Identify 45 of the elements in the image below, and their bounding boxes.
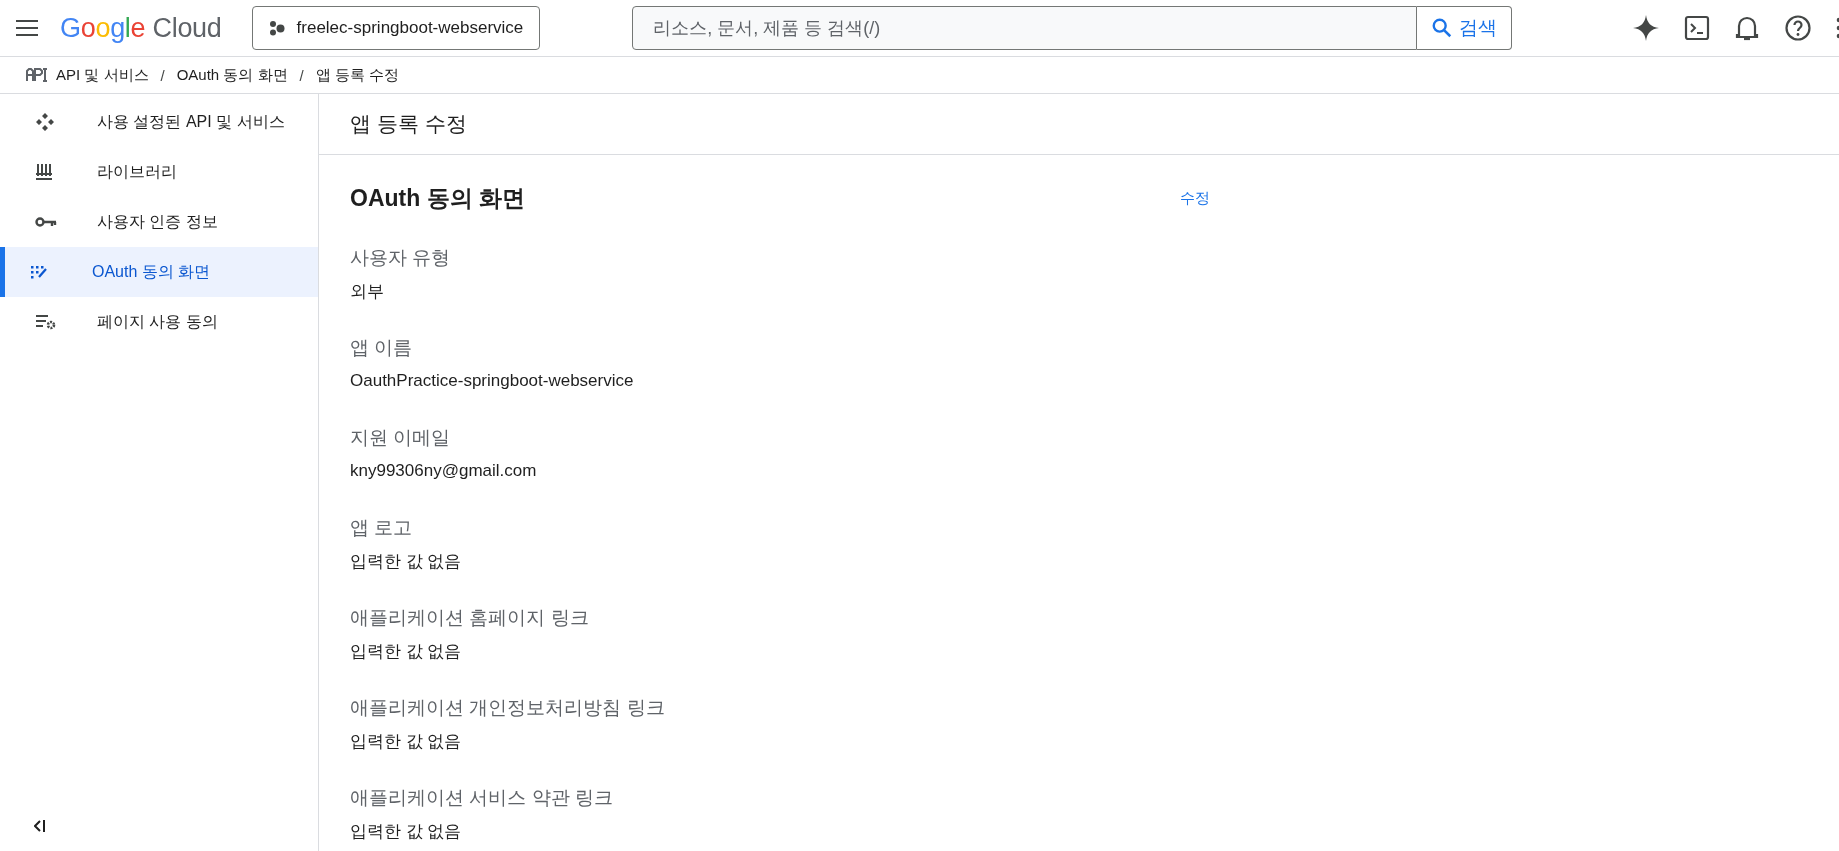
breadcrumb-link[interactable]: API 및 서비스: [56, 65, 149, 85]
field-label: 사용자 유형: [350, 246, 451, 270]
field-label: 애플리케이션 개인정보처리방침 링크: [350, 696, 665, 720]
breadcrumb-link[interactable]: OAuth 동의 화면: [176, 65, 288, 85]
sidebar-item[interactable]: 페이지 사용 동의: [0, 297, 318, 347]
field-value: 외부: [350, 280, 384, 303]
field-label: 애플리케이션 서비스 약관 링크: [350, 786, 613, 810]
field-value: 입력한 값 없음: [350, 820, 462, 843]
field-label: 애플리케이션 홈페이지 링크: [350, 606, 589, 630]
search-button[interactable]: 검색: [1417, 6, 1513, 50]
search-field[interactable]: 리소스, 문서, 제품 등 검색(/): [632, 6, 1418, 50]
sparkle-icon[interactable]: [1632, 14, 1660, 42]
library-icon: [35, 163, 53, 181]
breadcrumb-current: 앱 등록 수정: [315, 65, 400, 85]
section-title: OAuth 동의 화면: [350, 183, 526, 213]
sidebar-item[interactable]: 사용자 인증 정보: [0, 197, 318, 247]
field-value: kny99306ny@gmail.com: [350, 461, 537, 481]
page-title: 앱 등록 수정: [319, 94, 1839, 155]
field-label: 앱 로고: [350, 516, 413, 540]
search-icon: [1431, 17, 1454, 39]
sidebar-item[interactable]: 라이브러리: [0, 147, 318, 197]
breadcrumb-separator: /: [299, 66, 304, 84]
google-cloud-logo[interactable]: Google Cloud: [60, 12, 222, 44]
field-label: 지원 이메일: [350, 426, 451, 450]
key-icon: [35, 216, 57, 228]
breadcrumb-separator: /: [160, 66, 165, 84]
notifications-icon[interactable]: [1734, 14, 1760, 42]
dotted-check-icon: [30, 264, 48, 280]
field-value: 입력한 값 없음: [350, 550, 462, 573]
project-selector[interactable]: freelec-springboot-webservice: [251, 6, 541, 50]
field-value: 입력한 값 없음: [350, 730, 462, 753]
field-value: OauthPractice-springboot-webservice: [350, 371, 634, 391]
diamond-dots-icon: [35, 112, 55, 132]
field-label: 앱 이름: [350, 336, 413, 360]
collapse-icon[interactable]: [34, 819, 46, 833]
terminal-icon[interactable]: [1684, 15, 1710, 41]
edit-link[interactable]: 수정: [1180, 188, 1210, 208]
api-icon: [26, 68, 48, 82]
field-value: 입력한 값 없음: [350, 640, 462, 663]
menu-icon[interactable]: [16, 20, 38, 36]
sidebar-item[interactable]: OAuth 동의 화면: [0, 247, 318, 297]
list-settings-icon: [35, 314, 57, 330]
project-icon: [268, 20, 285, 36]
sidebar-item[interactable]: 사용 설정된 API 및 서비스: [0, 97, 318, 147]
help-icon[interactable]: [1784, 14, 1812, 42]
